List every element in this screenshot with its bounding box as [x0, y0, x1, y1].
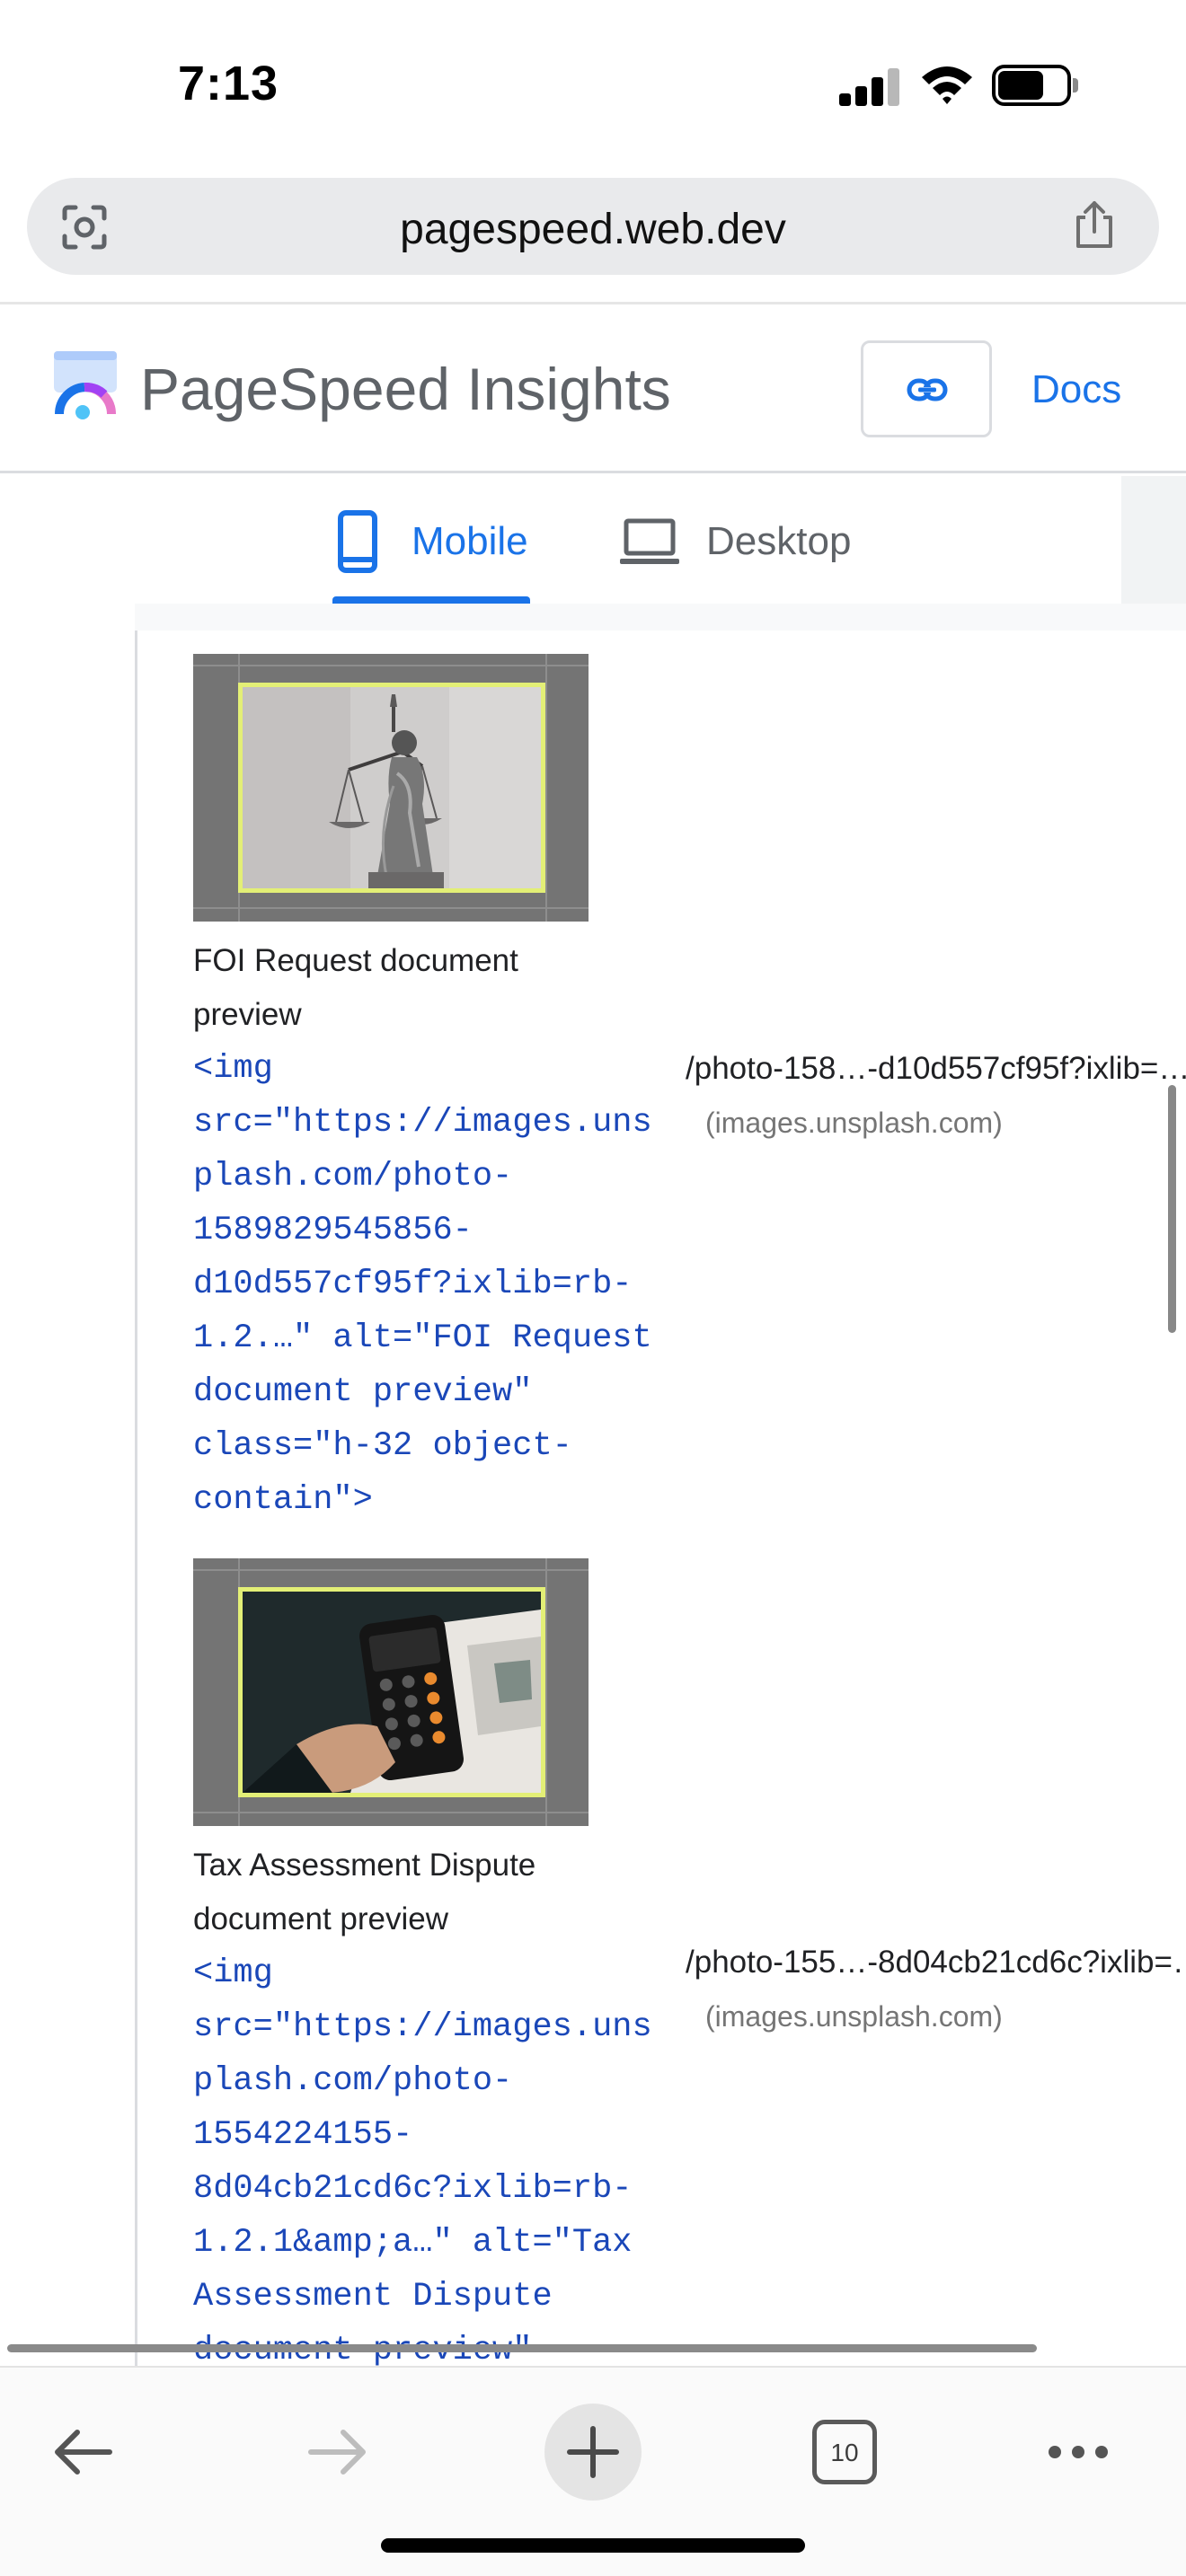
resource-url[interactable]: /photo-155…-8d04cb21cd6c?ixlib=… (images… [686, 1936, 1186, 2043]
url-host: (images.unsplash.com) [705, 1107, 1003, 1139]
node-label: FOI Request document preview [193, 943, 518, 1032]
copy-link-button[interactable] [861, 340, 992, 437]
desktop-icon [620, 518, 679, 564]
mobile-icon [338, 510, 377, 573]
psi-header: PageSpeed Insights Docs [0, 304, 1186, 473]
psi-logo-icon[interactable] [50, 348, 120, 428]
home-indicator [381, 2538, 805, 2553]
justice-statue-image [243, 687, 541, 888]
tab-mobile[interactable]: Mobile [332, 476, 530, 604]
new-tab-button[interactable] [544, 2404, 642, 2501]
calculator-phone-image [243, 1592, 541, 1793]
highlight-box [238, 683, 545, 893]
node-label: Tax Assessment Dispute document preview [193, 1848, 536, 1936]
tab-mobile-label: Mobile [412, 519, 528, 563]
url-text[interactable]: pagespeed.web.dev [27, 205, 1159, 254]
resource-url[interactable]: /photo-158…-d10d557cf95f?ixlib=… (images… [686, 1042, 1186, 1150]
back-arrow-icon[interactable] [47, 2416, 119, 2488]
tabs-icon[interactable]: 10 [812, 2420, 877, 2484]
node-snippet: <img src="https://images.uns plash.com/p… [193, 1050, 652, 1519]
horizontal-scrollbar[interactable] [7, 2344, 1037, 2352]
signal-icon [839, 66, 900, 106]
tab-desktop-label: Desktop [706, 519, 852, 563]
docs-link[interactable]: Docs [1031, 367, 1121, 412]
panel-edge [135, 604, 1186, 631]
tab-desktop[interactable]: Desktop [620, 476, 872, 604]
audit-details-table[interactable]: FOI Request document preview <img src="h… [135, 631, 1186, 2366]
page-title: PageSpeed Insights [140, 356, 671, 422]
element-screenshot [193, 1558, 589, 1826]
vertical-scrollbar[interactable] [1168, 1085, 1176, 1333]
status-bar: 7:13 [0, 0, 1186, 171]
wifi-icon [922, 66, 972, 104]
node-snippet: <img src="https://images.uns plash.com/p… [193, 1954, 652, 2366]
battery-icon [992, 65, 1078, 106]
url-path[interactable]: /photo-155…-8d04cb21cd6c?ixlib=… [686, 1936, 1186, 1989]
link-icon [907, 378, 948, 401]
status-time: 7:13 [178, 57, 279, 110]
more-icon[interactable] [1042, 2430, 1114, 2474]
active-tab-indicator [332, 596, 530, 604]
url-path[interactable]: /photo-158…-d10d557cf95f?ixlib=… [686, 1042, 1186, 1096]
share-icon[interactable] [1069, 198, 1120, 251]
tabs-count: 10 [830, 2439, 859, 2466]
plus-icon [567, 2426, 619, 2478]
forward-arrow-icon[interactable] [302, 2416, 374, 2488]
url-host: (images.unsplash.com) [705, 2000, 1003, 2033]
device-tabs: Mobile Desktop [0, 476, 1121, 604]
address-bar[interactable]: pagespeed.web.dev [27, 178, 1159, 275]
element-screenshot [193, 654, 589, 922]
highlight-box [238, 1587, 545, 1797]
